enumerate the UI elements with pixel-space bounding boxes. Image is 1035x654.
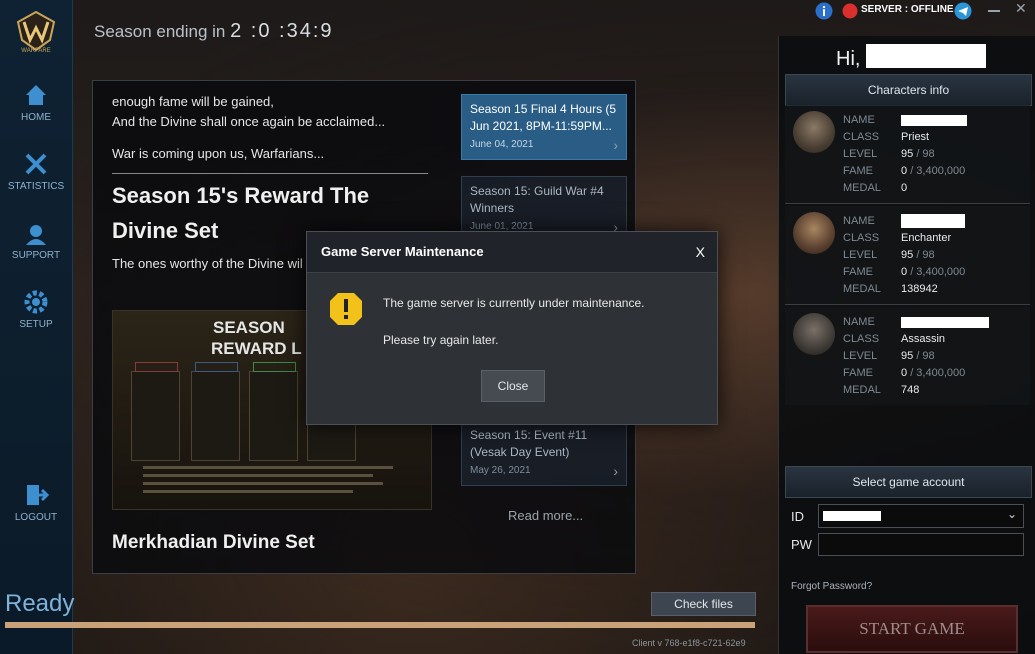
article-line: And the Divine shall once again be accla… (112, 114, 386, 129)
dialog-message: Please try again later. (383, 333, 499, 347)
gear-icon (24, 290, 48, 314)
character-avatar (793, 313, 835, 355)
redacted-account-id (823, 511, 881, 521)
reward-card (191, 362, 240, 461)
greeting: Hi, (836, 44, 987, 71)
footer-heading: Merkhadian Divine Set (112, 532, 315, 553)
chevron-right-icon: › (613, 463, 618, 479)
season-countdown: Season ending in 2 :0 :34:9 (94, 20, 334, 43)
character-stats: NAME CLASS Enchanter LEVEL 95 / 98 FAME 0 /… (843, 214, 966, 295)
account-id-select[interactable]: ⌄ (818, 504, 1024, 528)
news-item[interactable]: Season 15: Event #11 (Vesak Day Event) M… (461, 420, 627, 486)
redacted-username (866, 44, 987, 68)
headset-icon (26, 225, 46, 245)
sidebar: WARFARE HOME STATISTICS SUPPORT SETUP LO… (0, 0, 73, 654)
character-card[interactable]: NAME CLASS Enchanter LEVEL 95 / 98 FAME 0 /… (785, 206, 1030, 305)
client-version: Client v 768-e1f8-c721-62e9 (632, 638, 746, 648)
news-item[interactable]: Season 15 Final 4 Hours (5 Jun 2021, 8PM… (461, 94, 627, 160)
server-status-dot (842, 3, 858, 19)
warfare-logo: WARFARE (14, 10, 58, 56)
close-window-button[interactable]: ✕ (1015, 0, 1027, 17)
start-game-button[interactable]: START GAME (806, 605, 1018, 653)
logo-text: WARFARE (21, 48, 51, 54)
characters-header: Characters info (785, 74, 1032, 106)
pw-label: PW (791, 537, 812, 552)
check-files-button[interactable]: Check files (651, 592, 756, 616)
character-card[interactable]: NAME CLASS Assassin LEVEL 95 / 98 FAME 0 / … (785, 307, 1030, 405)
dialog-message: The game server is currently under maint… (383, 296, 645, 310)
select-account-header: Select game account (785, 466, 1032, 498)
chevron-down-icon: ⌄ (1006, 507, 1017, 521)
character-stats: NAME CLASS Assassin LEVEL 95 / 98 FAME 0 / … (843, 314, 989, 399)
sidebar-item-home[interactable]: HOME (0, 82, 72, 144)
dialog-title: Game Server Maintenance X (307, 232, 717, 273)
dialog-title-text: Game Server Maintenance (321, 244, 484, 259)
poster-title: SEASON REWARD L (211, 318, 302, 358)
reward-card (131, 362, 180, 461)
dialog-close-x[interactable]: X (696, 232, 705, 272)
crossed-swords-icon (25, 153, 47, 175)
logout-icon (27, 485, 49, 505)
home-icon (26, 85, 46, 105)
sidebar-item-label: HOME (21, 112, 51, 123)
sidebar-item-setup[interactable]: SETUP (0, 289, 72, 351)
password-field[interactable] (818, 533, 1024, 556)
progress-bar (5, 622, 755, 628)
character-stats: NAME CLASS Priest LEVEL 95 / 98 FAME 0 / 3,… (843, 114, 967, 194)
sidebar-item-logout[interactable]: LOGOUT (0, 482, 72, 544)
sidebar-item-statistics[interactable]: STATISTICS (0, 151, 72, 213)
status-text: Ready (5, 590, 75, 617)
redacted-name (901, 114, 967, 126)
sidebar-item-support[interactable]: SUPPORT (0, 220, 72, 282)
season-countdown-value: 2 :0 :34:9 (230, 20, 334, 42)
sidebar-item-label: LOGOUT (14, 512, 58, 523)
sidebar-item-label: SUPPORT (11, 250, 61, 261)
read-more-link[interactable]: Read more... (508, 508, 583, 523)
article-line: enough fame will be gained, (112, 94, 274, 109)
reward-card (249, 362, 298, 461)
forgot-password-link[interactable]: Forgot Password? (791, 581, 872, 592)
chevron-right-icon: › (613, 137, 618, 153)
sidebar-item-label: STATISTICS (7, 181, 65, 192)
minimize-button[interactable] (988, 10, 1000, 12)
info-icon[interactable] (815, 2, 833, 22)
id-label: ID (791, 509, 804, 524)
character-avatar (793, 111, 835, 153)
greeting-text: Hi, (836, 48, 861, 70)
telegram-icon[interactable] (954, 2, 972, 22)
maintenance-dialog: Game Server Maintenance X The game serve… (306, 231, 718, 425)
sidebar-item-label: SETUP (19, 319, 53, 330)
character-avatar (793, 212, 835, 254)
redacted-name (901, 316, 989, 328)
poster-notes (143, 466, 393, 469)
character-card[interactable]: NAME CLASS Priest LEVEL 95 / 98 FAME 0 / 3,… (785, 105, 1030, 204)
server-status-text: SERVER : OFFLINE (861, 4, 954, 15)
close-button[interactable]: Close (481, 370, 545, 402)
warning-icon (329, 292, 363, 331)
article-line: War is coming upon us, Warfarians... (112, 146, 325, 161)
divider (112, 173, 428, 174)
season-prefix: Season ending in (94, 22, 226, 41)
redacted-name (901, 214, 965, 229)
